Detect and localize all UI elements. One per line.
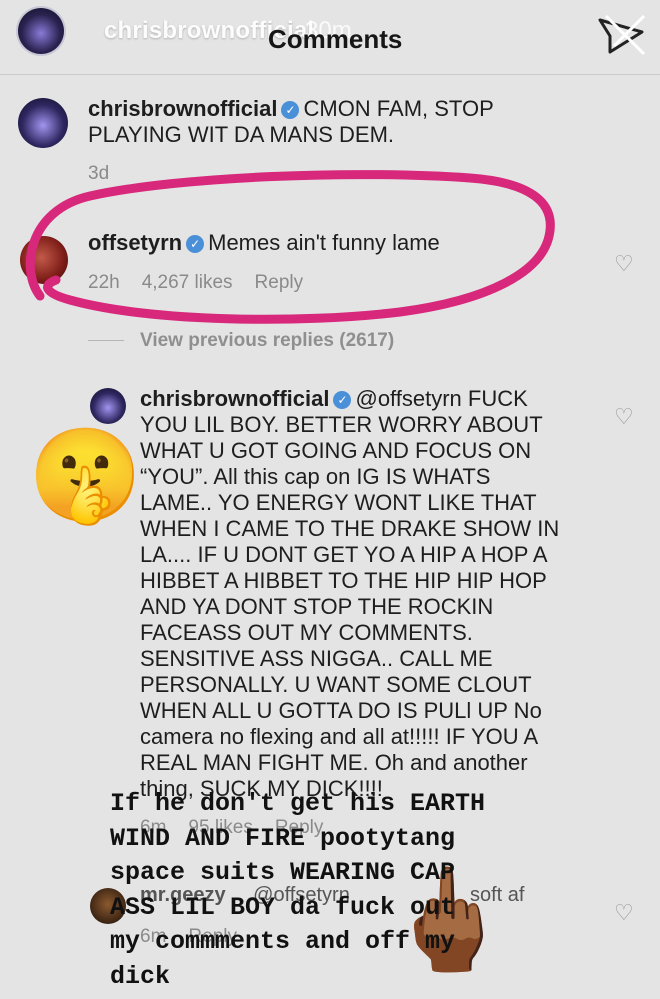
reply-text-line: REAL MAN FIGHT ME. Oh and another: [140, 750, 528, 775]
story-overlay-text: If he don't get his EARTH WIND AND FIRE …: [110, 787, 650, 994]
overlay-line: space suits WEARING CAP: [110, 858, 456, 887]
shushing-face-sticker: 🤫: [28, 425, 143, 527]
reply-text-line: WHEN I CAME TO THE DRAKE SHOW IN: [140, 516, 560, 541]
reply-text-line: LA.... IF U DONT GET YO A HIP A HOP A: [140, 542, 548, 567]
reply-text-line: SENSITIVE ASS NIGGA.. CALL ME: [140, 646, 493, 671]
reply-text-line: HIBBET A HIBBET TO THE HIP HIP HOP: [140, 568, 547, 593]
overlay-line: WIND AND FIRE pootytang: [110, 823, 456, 853]
overlay-line: my commments and off my: [110, 927, 456, 956]
reply-avatar[interactable]: [90, 388, 126, 424]
reply-text-line: FACEASS OUT MY COMMENTS.: [140, 620, 473, 645]
reply-text-line: PERSONALLY. U WANT SOME CLOUT: [140, 672, 532, 697]
reply-comment: chrisbrownofficial ✓ @offsetyrn FUCK: [140, 386, 640, 412]
like-heart-icon[interactable]: ♡: [614, 404, 634, 430]
reply-text-line: WHAT U GOT GOING AND FOCUS ON: [140, 438, 532, 463]
reply-text-line: FUCK: [467, 386, 528, 411]
reply-text-line: AND YA DONT STOP THE ROCKIN: [140, 594, 494, 619]
overlay-line: If he don't get his EARTH: [110, 789, 486, 818]
reply-text-line: YOU LIL BOY. BETTER WORRY ABOUT: [140, 412, 543, 437]
hand-drawn-circle: [25, 170, 555, 324]
view-previous-replies[interactable]: View previous replies (2617): [140, 330, 394, 352]
reply-text-line: WHEN ALL U GOTTA DO IS PULl UP No: [140, 698, 542, 723]
reply-text-block: YOU LIL BOY. BETTER WORRY ABOUT WHAT U G…: [140, 412, 640, 802]
divider-line: [88, 340, 124, 341]
reply-text-line: LAME.. YO ENERGY WONT LIKE THAT: [140, 490, 537, 515]
reply-text-line: “YOU”. All this cap on IG IS WHATS: [140, 464, 491, 489]
overlay-line: ASS LIL BOY da fuck out: [110, 892, 456, 922]
reply-username[interactable]: chrisbrownofficial: [140, 386, 329, 411]
reply-text-line: camera no flexing and all at!!!!! IF YOU…: [140, 724, 539, 749]
verified-icon: ✓: [333, 391, 352, 409]
overlay-line: dick: [110, 961, 171, 991]
reply-mention[interactable]: @offsetyrn: [355, 386, 461, 411]
